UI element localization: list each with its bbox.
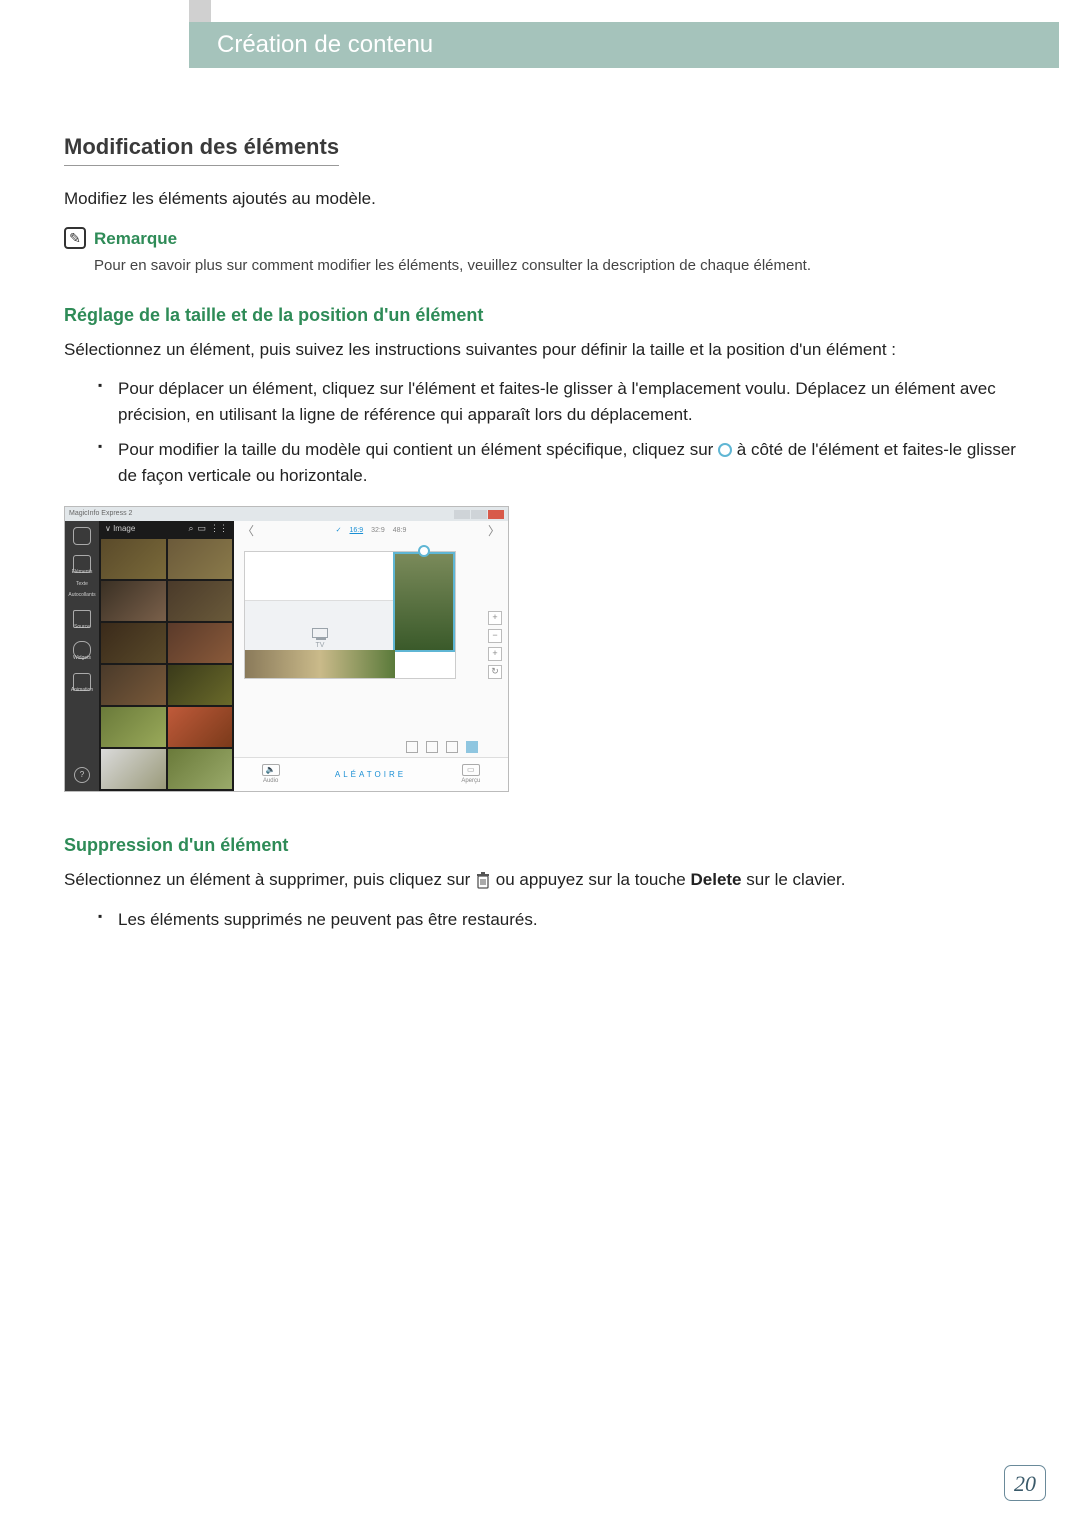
aspect-16-9[interactable]: 16:9	[350, 526, 364, 537]
resize-heading: Réglage de la taille et de la position d…	[64, 302, 1029, 329]
bullet-move: Pour déplacer un élément, cliquez sur l'…	[98, 376, 1029, 427]
gallery-header: ∨ Image ⌕ ▭ ⋮⋮	[99, 521, 234, 537]
thumbnail[interactable]	[168, 749, 233, 789]
bottom-bar: 🔈 Audio ALÉATOIRE ▭ Aperçu	[234, 757, 508, 791]
page-content: Modification des éléments Modifiez les é…	[64, 130, 1029, 942]
left-sidebar: Éléments Texte Autocollants Source Widge…	[65, 521, 99, 791]
section-title: Modification des éléments	[64, 130, 339, 166]
delete-heading: Suppression d'un élément	[64, 832, 1029, 859]
color-icon[interactable]	[426, 741, 438, 753]
selected-image-element[interactable]	[393, 552, 455, 652]
sidebar-item-source[interactable]: Source	[73, 610, 91, 632]
note-row: ✎ Remarque	[64, 226, 1029, 252]
delete-icon[interactable]	[446, 741, 458, 753]
sidebar-item-elements[interactable]: Éléments	[72, 555, 93, 577]
bullet-resize: Pour modifier la taille du modèle qui co…	[98, 437, 1029, 488]
thumbnail[interactable]	[101, 581, 166, 621]
audio-control[interactable]: 🔈 Audio	[262, 764, 280, 786]
pencil-note-icon: ✎	[64, 227, 86, 249]
delete-bullet: Les éléments supprimés ne peuvent pas êt…	[98, 907, 1029, 933]
note-body: Pour en savoir plus sur comment modifier…	[94, 255, 1029, 278]
page-number-badge: 20	[1004, 1465, 1046, 1501]
maximize-button[interactable]	[471, 510, 487, 519]
thumbnail[interactable]	[101, 665, 166, 705]
thumbnail[interactable]	[168, 707, 233, 747]
intro-text: Modifiez les éléments ajoutés au modèle.	[64, 186, 1029, 212]
chapter-header: Création de contenu	[189, 22, 1059, 68]
delete-key-label: Delete	[690, 870, 741, 889]
thumbnail[interactable]	[101, 707, 166, 747]
delete-bullets: Les éléments supprimés ne peuvent pas êt…	[98, 907, 1029, 933]
prev-arrow-icon[interactable]: 〈	[242, 522, 254, 540]
header-tab	[189, 0, 211, 22]
check-icon: ✓	[336, 526, 342, 537]
thumbnail[interactable]	[168, 581, 233, 621]
folder-icon[interactable]: ▭	[197, 522, 206, 536]
help-icon[interactable]: ?	[74, 767, 90, 783]
next-arrow-icon[interactable]: 〉	[488, 522, 500, 540]
resize-intro: Sélectionnez un élément, puis suivez les…	[64, 337, 1029, 363]
window-buttons	[454, 510, 504, 519]
note-label: Remarque	[94, 226, 177, 252]
thumbnail[interactable]	[168, 623, 233, 663]
delete-text: Sélectionnez un élément à supprimer, pui…	[64, 867, 1029, 893]
window-title: MagicInfo Express 2	[69, 509, 132, 520]
thumbnail[interactable]	[101, 539, 166, 579]
tv-icon	[312, 628, 328, 638]
gallery-panel: ∨ Image ⌕ ▭ ⋮⋮	[99, 521, 234, 791]
page-number: 20	[1014, 1467, 1036, 1500]
aspect-ratio-selector: ✓ 16:9 32:9 48:9	[336, 526, 407, 537]
minimize-button[interactable]	[454, 510, 470, 519]
image-strip[interactable]	[245, 650, 395, 678]
aspect-32-9[interactable]: 32:9	[371, 526, 385, 537]
confirm-icon[interactable]	[466, 741, 478, 753]
rotate-button[interactable]: ↻	[488, 665, 502, 679]
window-titlebar: MagicInfo Express 2	[65, 507, 508, 521]
resize-handle-icon[interactable]	[418, 545, 430, 557]
stage-toolbar	[234, 737, 508, 757]
canvas-topbar: 〈 ✓ 16:9 32:9 48:9 〉	[234, 521, 508, 541]
resize-bullets: Pour déplacer un élément, cliquez sur l'…	[98, 376, 1029, 488]
thumbnail[interactable]	[101, 749, 166, 789]
sidebar-item-stickers[interactable]: Autocollants	[68, 598, 95, 600]
home-icon[interactable]	[73, 527, 91, 545]
thumbnail-grid	[99, 537, 234, 791]
canvas-stage: TV + − + ↻	[234, 541, 508, 737]
preview-icon: ▭	[462, 764, 480, 776]
app-body: Éléments Texte Autocollants Source Widge…	[65, 521, 508, 791]
layout-icon[interactable]	[406, 741, 418, 753]
close-button[interactable]	[488, 510, 504, 519]
search-icon[interactable]: ⌕	[188, 522, 193, 536]
zoom-out-button[interactable]: −	[488, 629, 502, 643]
random-label[interactable]: ALÉATOIRE	[335, 769, 406, 781]
preview-control[interactable]: ▭ Aperçu	[461, 764, 480, 786]
chapter-title: Création de contenu	[217, 27, 433, 63]
sidebar-item-widgets[interactable]: Widgets	[73, 641, 91, 663]
trash-icon	[475, 872, 491, 890]
app-screenshot: MagicInfo Express 2 Éléments Texte Autoc…	[64, 506, 509, 792]
add-button[interactable]: +	[488, 611, 502, 625]
canvas-area: 〈 ✓ 16:9 32:9 48:9 〉 TV	[234, 521, 508, 791]
thumbnail[interactable]	[168, 665, 233, 705]
thumbnail[interactable]	[101, 623, 166, 663]
thumbnail[interactable]	[168, 539, 233, 579]
speaker-icon: 🔈	[262, 764, 280, 776]
sidebar-item-text[interactable]: Texte	[76, 587, 88, 589]
sidebar-item-animation[interactable]: Animation	[71, 673, 93, 695]
resize-handle-icon	[718, 443, 732, 457]
gallery-dropdown[interactable]: ∨ Image	[105, 523, 135, 535]
zoom-in-button[interactable]: +	[488, 647, 502, 661]
template-canvas[interactable]: TV	[244, 551, 456, 679]
grid-icon[interactable]: ⋮⋮	[210, 522, 228, 536]
aspect-48-9[interactable]: 48:9	[393, 526, 407, 537]
zoom-controls: + − + ↻	[488, 611, 502, 679]
